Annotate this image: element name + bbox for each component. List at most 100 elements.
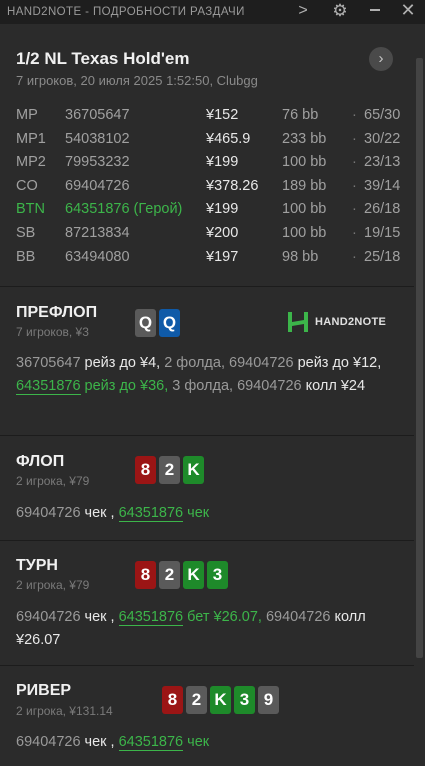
card: K [210, 686, 231, 714]
hand-header: 1/2 NL Texas Hold'em 7 игроков, 20 июля … [0, 24, 414, 287]
chevron-right-icon[interactable]: > [293, 2, 313, 20]
action-player[interactable]: 69404726 [16, 505, 85, 521]
street-name: ПРЕФЛОП [16, 304, 98, 321]
card: K [183, 561, 204, 589]
action-text: чек [84, 505, 107, 521]
logo-text: HAND2NOTE [315, 316, 387, 328]
hero-action: бет ¥26.07, [183, 609, 262, 625]
player-row[interactable]: MP1 54038102 ¥465.9 233 bb · 30/22 [16, 130, 400, 155]
card: 9 [258, 686, 279, 714]
action-text: рейз до ¥12, [297, 355, 382, 371]
action-text: чек [84, 609, 107, 625]
window-title: HAND2NOTE - ПОДРОБНОСТИ РАЗДАЧИ [7, 6, 245, 18]
player-row[interactable]: MP 36705647 ¥152 76 bb · 65/30 [16, 107, 400, 131]
player-id[interactable]: 69404726 [65, 178, 130, 194]
separator-dot: · [352, 154, 357, 171]
player-id[interactable]: 54038102 [65, 131, 130, 147]
street-pot: 2 игрока, ¥79 [16, 474, 90, 488]
player-stack: ¥152 [206, 107, 239, 123]
card: Q [135, 309, 156, 337]
player-stats: 26/18 [364, 201, 401, 218]
action-text[interactable]: 69404726 [262, 609, 335, 625]
hand2note-logo-icon [288, 312, 308, 332]
player-row[interactable]: MP2 79953232 ¥199 100 bb · 23/13 [16, 154, 400, 178]
player-stack: ¥197 [206, 248, 239, 265]
player-stack-bb: 233 bb [282, 130, 327, 147]
player-stats: 30/22 [364, 130, 401, 147]
action-player[interactable]: 69404726 [16, 609, 85, 625]
street-flop: ФЛОП 2 игрока, ¥79 8 2 K 69404726 чек , … [0, 436, 414, 541]
action-text: , [106, 734, 119, 750]
player-stack: ¥200 [206, 224, 239, 241]
player-row[interactable]: CO 69404726 ¥378.26 189 bb · 39/14 [16, 177, 400, 202]
hero-action: чек [183, 505, 210, 521]
separator-dot: · [352, 248, 357, 265]
player-position: SB [16, 224, 36, 241]
card: 3 [207, 561, 228, 589]
street-name: ТУРН [16, 557, 58, 574]
hand-details: 1/2 NL Texas Hold'em 7 игроков, 20 июля … [0, 24, 414, 766]
hero-link[interactable]: 64351876 [118, 734, 184, 751]
card: 8 [135, 456, 156, 484]
player-id[interactable]: 36705647 [65, 107, 130, 123]
hand2note-logo: HAND2NOTE [287, 311, 386, 333]
separator-dot: · [352, 224, 357, 241]
action-text: , [106, 505, 119, 521]
player-id[interactable]: 87213834 [65, 225, 130, 241]
title-bar: HAND2NOTE - ПОДРОБНОСТИ РАЗДАЧИ > ⚙ ✕ [0, 0, 425, 24]
close-icon[interactable]: ✕ [398, 0, 418, 21]
card: 8 [135, 561, 156, 589]
card: 2 [159, 561, 180, 589]
action-player[interactable]: 36705647 [16, 355, 85, 371]
hero-action: чек [183, 734, 210, 750]
card: Q [159, 309, 180, 337]
action-text: чек [84, 734, 107, 750]
action-text: рейз до ¥4, [84, 355, 161, 371]
street-pot: 7 игроков, ¥3 [16, 325, 89, 339]
card: 2 [186, 686, 207, 714]
scrollbar-thumb[interactable] [416, 58, 423, 658]
hero-link[interactable]: 64351876 [118, 609, 184, 626]
action-player[interactable]: 69404726 [16, 734, 85, 750]
street-actions: 69404726 чек , 64351876 чек [16, 731, 401, 754]
card: K [183, 456, 204, 484]
player-stack-bb: 76 bb [282, 107, 319, 123]
player-stack: ¥465.9 [206, 130, 251, 147]
player-row[interactable]: BB 63494080 ¥197 98 bb · 25/18 [16, 248, 400, 273]
street-name: ФЛОП [16, 453, 65, 470]
gear-icon[interactable]: ⚙ [330, 1, 350, 21]
player-position: MP [16, 107, 38, 123]
player-stats: 39/14 [364, 177, 401, 194]
hero-link[interactable]: 64351876 [16, 378, 81, 395]
player-id[interactable]: 64351876 (Герой) [65, 201, 188, 217]
next-hand-button[interactable]: › [369, 47, 393, 71]
player-stack: ¥378.26 [206, 177, 259, 194]
street-pot: 2 игрока, ¥131.14 [16, 704, 113, 718]
player-stack-bb: 189 bb [282, 177, 327, 194]
hero-link[interactable]: 64351876 [118, 505, 184, 522]
card: 8 [162, 686, 183, 714]
separator-dot: · [352, 130, 357, 147]
player-position: BB [16, 248, 36, 265]
player-stack-bb: 100 bb [282, 224, 327, 241]
minimize-icon[interactable] [370, 9, 380, 11]
scrollbar[interactable] [414, 24, 425, 752]
street-name: РИВЕР [16, 682, 72, 699]
player-id[interactable]: 63494080 [65, 249, 130, 265]
street-turn: ТУРН 2 игрока, ¥79 8 2 K 3 69404726 чек … [0, 541, 414, 666]
street-river: РИВЕР 2 игрока, ¥131.14 8 2 K 3 9 694047… [0, 666, 414, 766]
player-stats: 25/18 [364, 248, 401, 265]
player-stack-bb: 100 bb [282, 154, 327, 171]
player-stack: ¥199 [206, 154, 239, 171]
hand-title: 1/2 NL Texas Hold'em [16, 49, 190, 68]
street-preflop: ПРЕФЛОП 7 игроков, ¥3 Q Q HAND2NOTE 3670… [0, 287, 414, 436]
player-id[interactable]: 79953232 [65, 154, 130, 170]
player-position: MP1 [16, 130, 46, 147]
separator-dot: · [352, 201, 357, 218]
player-position: CO [16, 177, 38, 194]
street-pot: 2 игрока, ¥79 [16, 578, 90, 592]
player-row[interactable]: SB 87213834 ¥200 100 bb · 19/15 [16, 224, 400, 249]
board-cards: 8 2 K 3 [135, 561, 228, 589]
action-text: , [106, 609, 119, 625]
hero-player-row[interactable]: BTN 64351876 (Герой) ¥199 100 bb · 26/18 [16, 201, 400, 225]
